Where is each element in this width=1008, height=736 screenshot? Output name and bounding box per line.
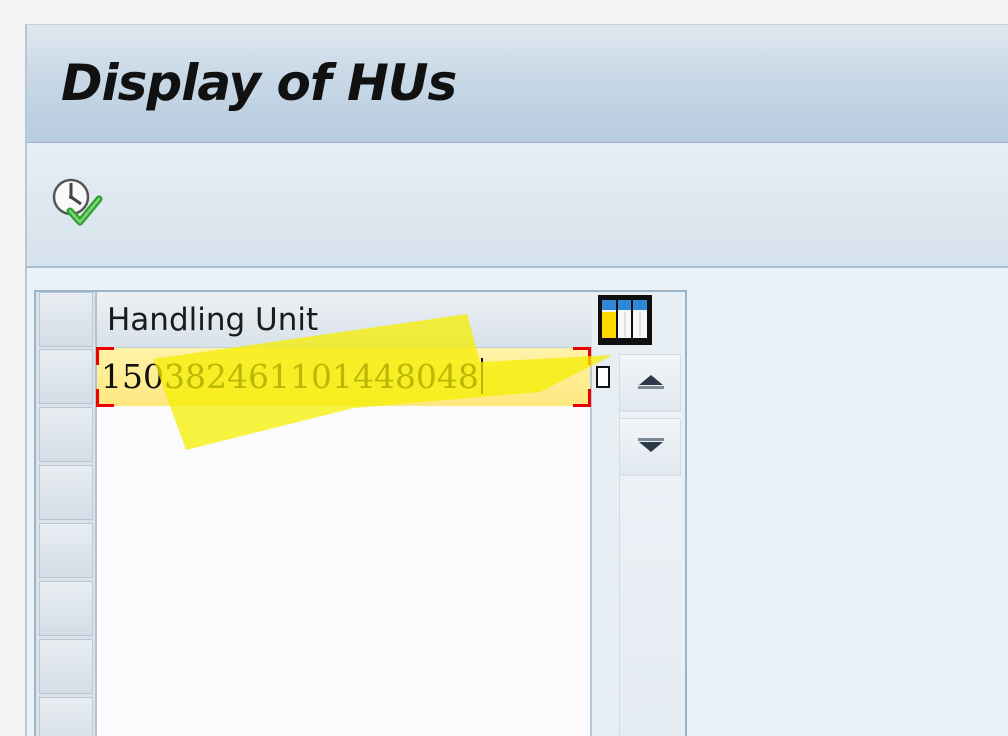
handling-unit-value: 150382461101448048: [101, 357, 479, 396]
scroll-up-button[interactable]: [619, 354, 681, 412]
value-help-icon[interactable]: [595, 365, 611, 389]
table-row[interactable]: [97, 638, 590, 696]
column-config-button[interactable]: [598, 295, 652, 345]
table-side-controls: [592, 292, 685, 736]
table-row[interactable]: 150382461101448048: [96, 347, 591, 407]
row-selector[interactable]: [39, 523, 93, 578]
row-selector[interactable]: [39, 465, 93, 520]
column-header-label: Handling Unit: [107, 302, 319, 338]
scroll-up-icon: [638, 375, 664, 389]
title-bar: Display of HUs: [27, 25, 1008, 143]
table-row[interactable]: [97, 580, 590, 638]
content-area: Handling Unit 150382461101448048: [27, 268, 1008, 736]
scroll-down-button[interactable]: [619, 418, 681, 476]
column-header-handling-unit[interactable]: Handling Unit: [97, 292, 592, 348]
sap-window: Display of HUs Handling Unit 15038246110…: [25, 24, 1008, 736]
execute-button[interactable]: [47, 173, 113, 237]
handling-unit-table: Handling Unit 150382461101448048: [34, 290, 687, 736]
focus-corner: [573, 347, 591, 365]
row-selector[interactable]: [39, 349, 93, 404]
focus-corner: [573, 389, 591, 407]
handling-unit-input[interactable]: 150382461101448048: [97, 348, 590, 406]
select-all-button[interactable]: [39, 292, 93, 347]
row-selector-column: [36, 292, 97, 736]
row-selector[interactable]: [39, 407, 93, 462]
column-config-icon: [602, 300, 647, 338]
row-selector[interactable]: [39, 581, 93, 636]
table-row[interactable]: [97, 522, 590, 580]
scroll-down-icon: [638, 438, 664, 452]
row-selector[interactable]: [39, 639, 93, 694]
focus-corner: [96, 389, 114, 407]
page-title: Display of HUs: [61, 54, 457, 112]
table-row[interactable]: [97, 464, 590, 522]
row-selector[interactable]: [39, 697, 93, 736]
table-row[interactable]: [97, 406, 590, 464]
text-cursor: [480, 358, 483, 394]
table-row[interactable]: [97, 696, 590, 736]
table-body: 150382461101448048: [96, 347, 592, 736]
focus-corner: [96, 347, 114, 365]
execute-icon: [52, 178, 103, 226]
toolbar: [27, 143, 1008, 268]
